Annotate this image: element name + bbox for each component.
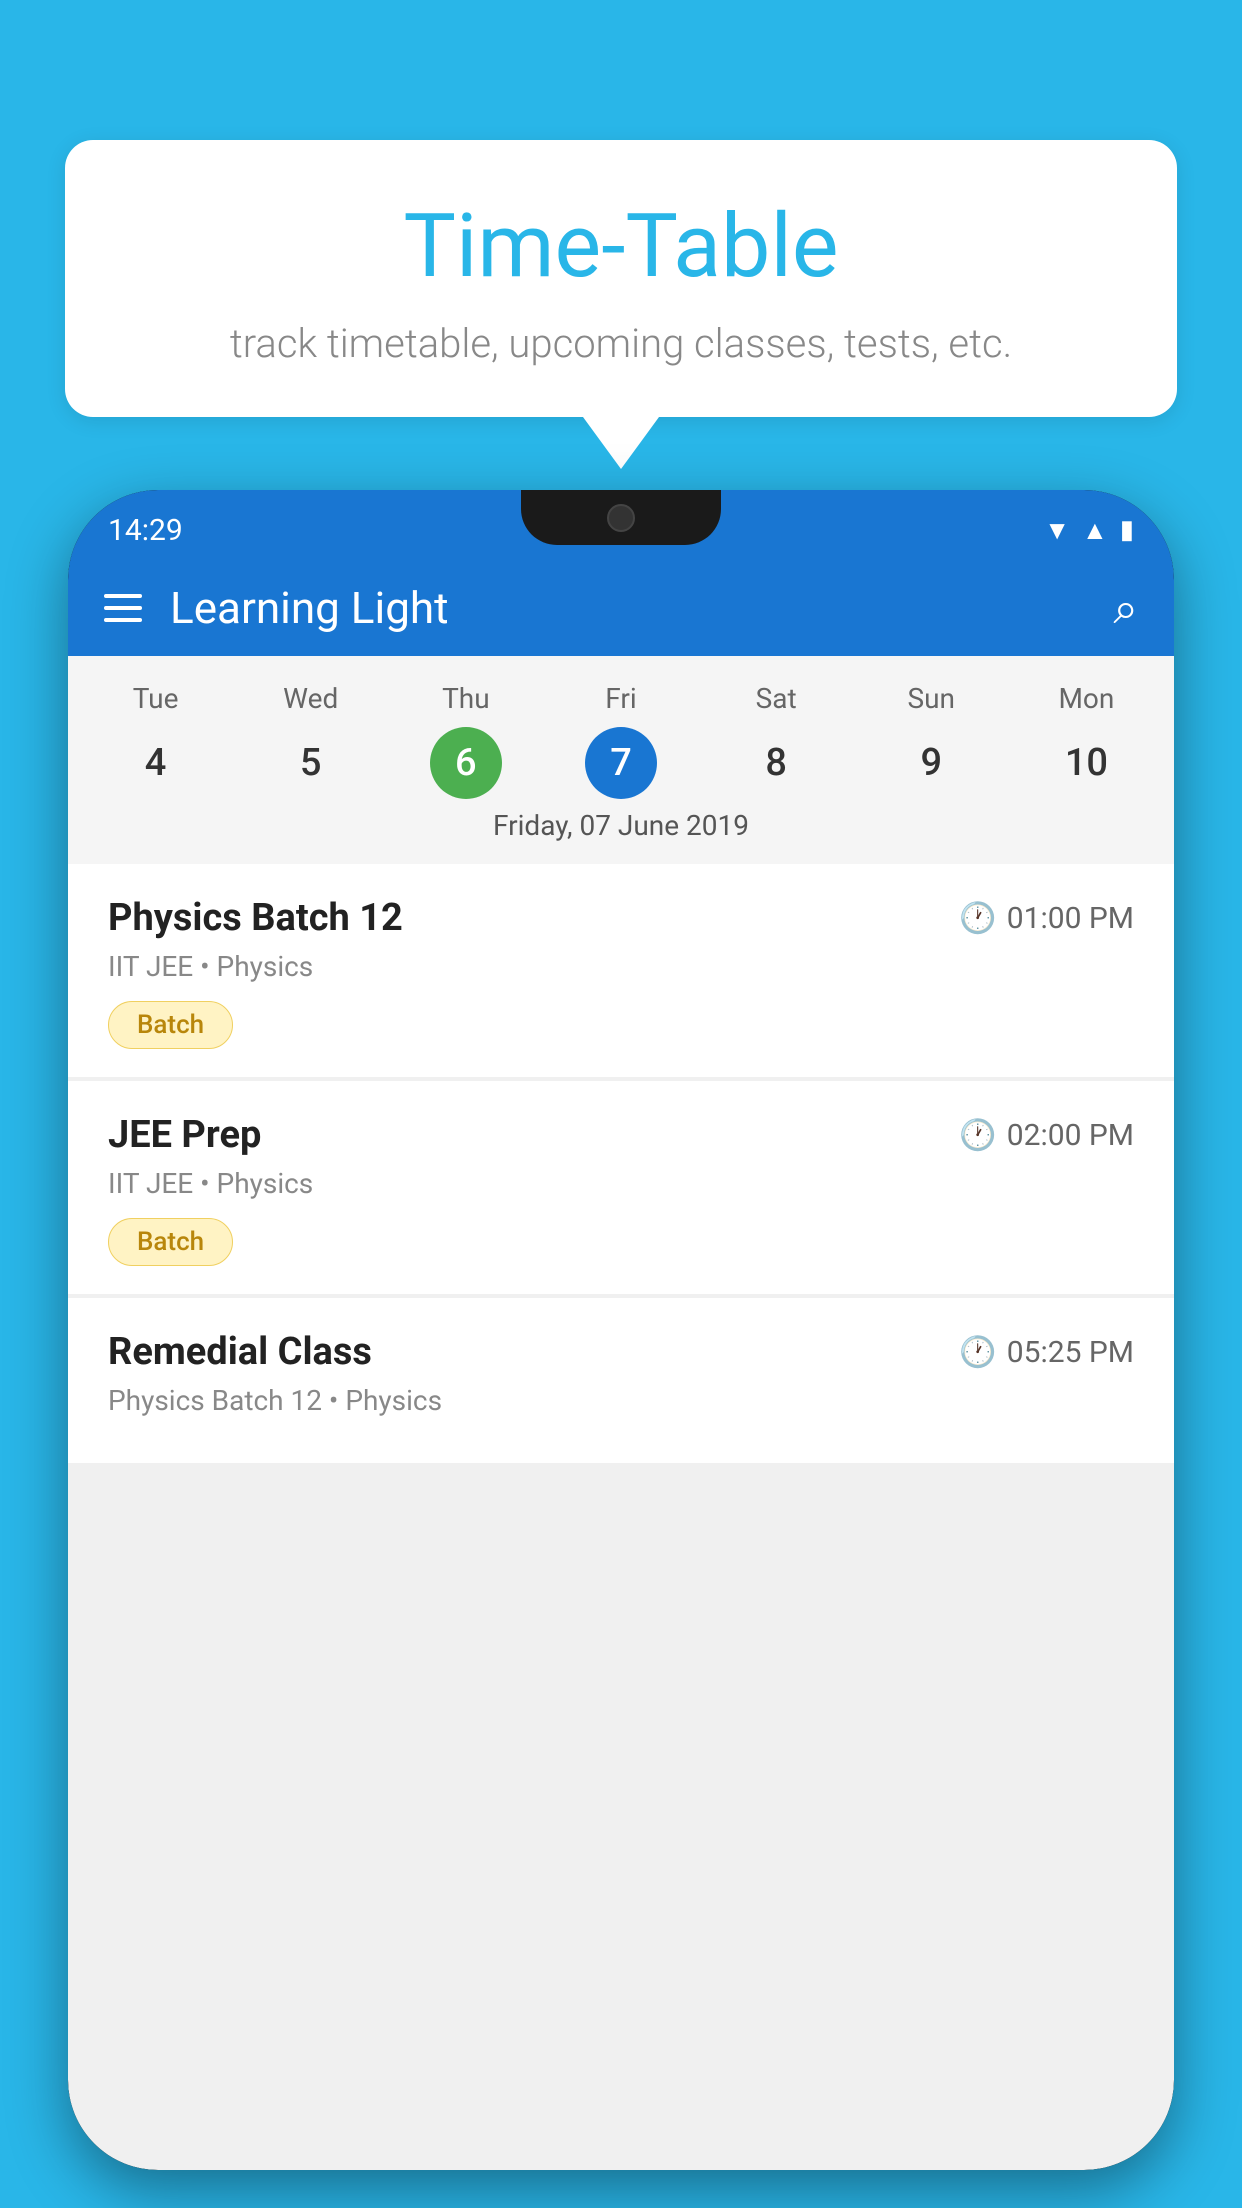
schedule-item-3-time: 🕐 05:25 PM bbox=[959, 1335, 1134, 1370]
battery-icon: ▮ bbox=[1120, 515, 1134, 545]
day-fri: Fri bbox=[543, 674, 698, 723]
date-8[interactable]: 8 bbox=[699, 727, 854, 799]
app-bar-left: Learning Light bbox=[104, 582, 449, 634]
schedule-item-1-header: Physics Batch 12 🕐 01:00 PM bbox=[108, 896, 1134, 940]
date-7-selected[interactable]: 7 bbox=[543, 727, 698, 799]
speech-bubble-section: Time-Table track timetable, upcoming cla… bbox=[65, 140, 1177, 469]
schedule-item-2-time: 🕐 02:00 PM bbox=[959, 1118, 1134, 1153]
status-icons: ▼ ▲ ▮ bbox=[1044, 515, 1134, 546]
schedule-item-2-header: JEE Prep 🕐 02:00 PM bbox=[108, 1113, 1134, 1157]
date-6-today[interactable]: 6 bbox=[388, 727, 543, 799]
search-button[interactable]: ⌕ bbox=[1113, 582, 1138, 634]
speech-bubble: Time-Table track timetable, upcoming cla… bbox=[65, 140, 1177, 417]
schedule-item-2[interactable]: JEE Prep 🕐 02:00 PM IIT JEE • Physics Ba… bbox=[68, 1081, 1174, 1294]
schedule-item-1[interactable]: Physics Batch 12 🕐 01:00 PM IIT JEE • Ph… bbox=[68, 864, 1174, 1077]
schedule-item-1-badge: Batch bbox=[108, 1001, 233, 1049]
date-4[interactable]: 4 bbox=[78, 727, 233, 799]
date-5[interactable]: 5 bbox=[233, 727, 388, 799]
bubble-subtitle: track timetable, upcoming classes, tests… bbox=[125, 320, 1117, 367]
phone-wrapper: 14:29 ▼ ▲ ▮ Learning Light ⌕ bbox=[68, 490, 1174, 2208]
day-tue: Tue bbox=[78, 674, 233, 723]
schedule-item-3-sub: Physics Batch 12 • Physics bbox=[108, 1384, 1134, 1417]
front-camera bbox=[607, 504, 635, 532]
bubble-title: Time-Table bbox=[125, 195, 1117, 298]
phone-screen: 14:29 ▼ ▲ ▮ Learning Light ⌕ bbox=[68, 490, 1174, 2170]
schedule-item-1-sub: IIT JEE • Physics bbox=[108, 950, 1134, 983]
app-title: Learning Light bbox=[170, 582, 449, 634]
day-mon: Mon bbox=[1009, 674, 1164, 723]
status-time: 14:29 bbox=[108, 513, 183, 548]
day-sun: Sun bbox=[854, 674, 1009, 723]
schedule-item-3-time-text: 05:25 PM bbox=[1007, 1335, 1134, 1370]
schedule-item-2-sub: IIT JEE • Physics bbox=[108, 1167, 1134, 1200]
schedule-item-2-time-text: 02:00 PM bbox=[1007, 1118, 1134, 1153]
speech-bubble-arrow bbox=[583, 417, 659, 469]
schedule-item-1-time: 🕐 01:00 PM bbox=[959, 901, 1134, 936]
schedule-item-1-title: Physics Batch 12 bbox=[108, 896, 403, 940]
phone-frame: 14:29 ▼ ▲ ▮ Learning Light ⌕ bbox=[68, 490, 1174, 2170]
clock-icon-1: 🕐 bbox=[959, 901, 996, 936]
app-bar: Learning Light ⌕ bbox=[68, 560, 1174, 656]
day-sat: Sat bbox=[699, 674, 854, 723]
schedule-item-2-title: JEE Prep bbox=[108, 1113, 261, 1157]
schedule-item-3-title: Remedial Class bbox=[108, 1330, 372, 1374]
wifi-icon: ▼ bbox=[1044, 515, 1070, 546]
schedule-item-3-header: Remedial Class 🕐 05:25 PM bbox=[108, 1330, 1134, 1374]
date-10[interactable]: 10 bbox=[1009, 727, 1164, 799]
day-headers: Tue Wed Thu Fri Sat Sun Mon bbox=[68, 674, 1174, 723]
clock-icon-3: 🕐 bbox=[959, 1335, 996, 1370]
calendar-date-label: Friday, 07 June 2019 bbox=[68, 799, 1174, 854]
signal-icon: ▲ bbox=[1082, 515, 1108, 546]
schedule-list: Physics Batch 12 🕐 01:00 PM IIT JEE • Ph… bbox=[68, 864, 1174, 2170]
schedule-item-2-badge: Batch bbox=[108, 1218, 233, 1266]
calendar-strip: Tue Wed Thu Fri Sat Sun Mon 4 5 6 bbox=[68, 656, 1174, 864]
schedule-item-1-time-text: 01:00 PM bbox=[1007, 901, 1134, 936]
clock-icon-2: 🕐 bbox=[959, 1118, 996, 1153]
day-wed: Wed bbox=[233, 674, 388, 723]
day-thu: Thu bbox=[388, 674, 543, 723]
day-numbers: 4 5 6 7 8 9 10 bbox=[68, 727, 1174, 799]
schedule-item-3[interactable]: Remedial Class 🕐 05:25 PM Physics Batch … bbox=[68, 1298, 1174, 1463]
date-9[interactable]: 9 bbox=[854, 727, 1009, 799]
phone-notch bbox=[521, 490, 721, 545]
menu-button[interactable] bbox=[104, 594, 142, 622]
